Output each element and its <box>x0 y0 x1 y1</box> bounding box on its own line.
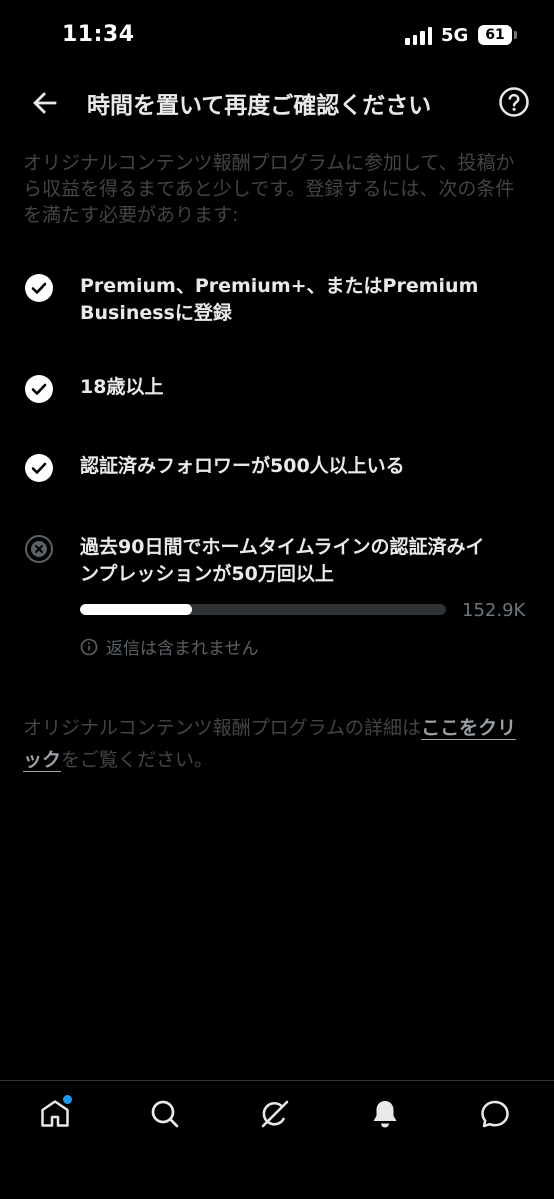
grok-icon <box>261 1100 289 1128</box>
nav-messages[interactable] <box>478 1097 518 1137</box>
requirement-text: 過去90日間でホームタイムラインの認証済みインプレッションが50万回以上 <box>80 536 485 585</box>
requirement-text: 認証済みフォロワーが500人以上いる <box>80 455 405 477</box>
status-bar: 11:34 5G 61 <box>0 0 554 72</box>
back-button[interactable] <box>28 86 62 120</box>
progress-value: 152.9K <box>462 600 526 621</box>
note-text: 返信は含まれません <box>106 639 259 659</box>
intro-text: オリジナルコンテンツ報酬プログラムに参加して、投稿から収益を得るまであと少しです… <box>23 152 515 226</box>
status-time: 11:34 <box>62 22 135 47</box>
help-button[interactable] <box>496 84 532 120</box>
replies-note: 返信は含まれません <box>80 634 259 659</box>
battery-tip <box>514 31 517 39</box>
network-type: 5G <box>441 25 469 46</box>
notification-dot <box>63 1095 72 1104</box>
help-icon <box>499 87 529 117</box>
page-title: 時間を置いて再度ご確認ください <box>87 93 432 119</box>
nav-notifications[interactable] <box>368 1097 408 1137</box>
arrow-left-icon <box>33 92 57 114</box>
x-circle-icon <box>25 535 53 563</box>
screen: 11:34 5G 61 時間を置いて再度ご確認ください オリジナルコンテンツ報酬… <box>0 0 554 1199</box>
nav-home[interactable] <box>38 1095 78 1137</box>
program-details-text: オリジナルコンテンツ報酬プログラムの詳細はここをクリックをご覧ください。 <box>23 712 531 776</box>
chat-icon <box>481 1100 509 1128</box>
nav-search[interactable] <box>148 1097 188 1137</box>
info-icon <box>80 638 98 655</box>
bottom-nav <box>0 1080 554 1199</box>
check-circle-icon <box>25 274 53 302</box>
search-icon <box>151 1100 179 1128</box>
footer-text-after: をご覧ください。 <box>61 749 214 771</box>
signal-icon <box>405 27 432 45</box>
requirement-text: Premium、Premium+、またはPremium Businessに登録 <box>80 275 479 324</box>
progress-fill <box>80 604 192 615</box>
header: 時間を置いて再度ご確認ください <box>0 72 554 132</box>
nav-grok[interactable] <box>258 1097 298 1137</box>
bell-icon <box>373 1101 397 1128</box>
check-circle-icon <box>25 375 53 403</box>
footer-text-before: オリジナルコンテンツ報酬プログラムの詳細は <box>23 717 422 739</box>
check-circle-icon <box>25 454 53 482</box>
battery-icon: 61 <box>478 25 512 45</box>
requirement-text: 18歳以上 <box>80 376 164 398</box>
impressions-progress-bar <box>80 604 446 615</box>
